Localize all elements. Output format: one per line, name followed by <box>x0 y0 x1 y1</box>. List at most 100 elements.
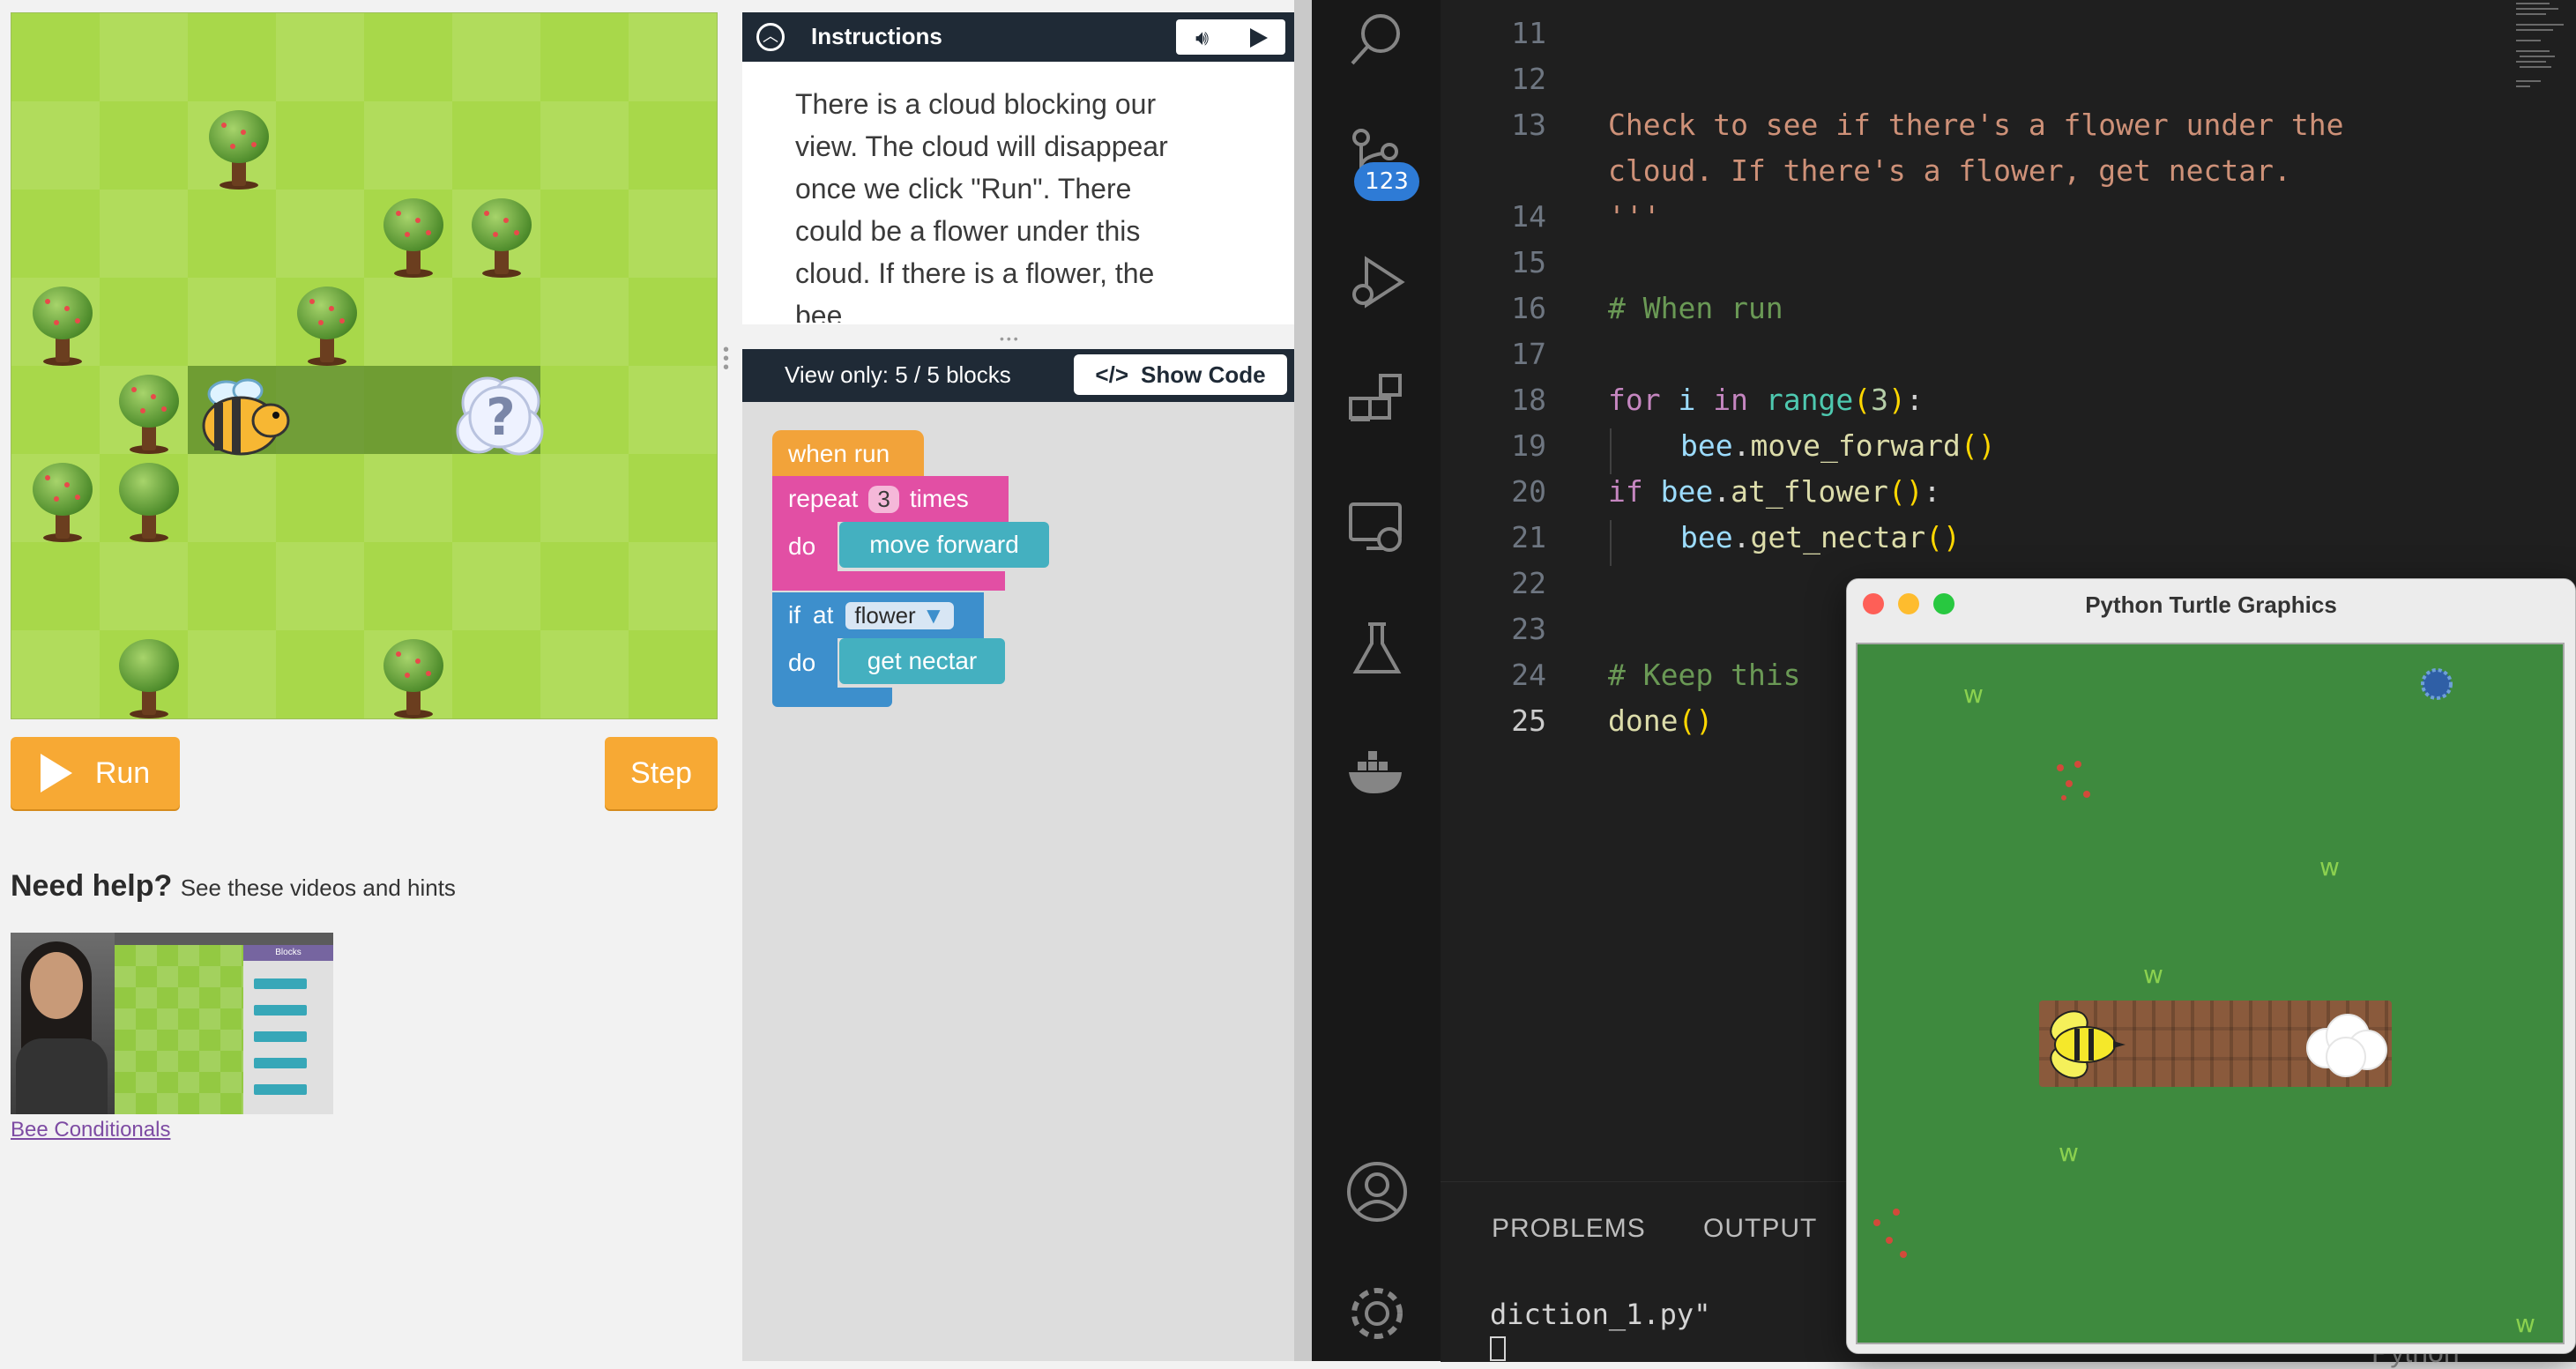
code-comment: # Keep this <box>1608 658 1801 692</box>
remote-explorer-icon[interactable] <box>1344 494 1411 561</box>
play-audio-icon[interactable] <box>1250 28 1268 48</box>
code-line-if: if bee.at_flower(): <box>1608 474 1941 509</box>
video-thumbnail[interactable]: Blocks <box>11 933 333 1114</box>
code-line-move: bee.move_forward() <box>1680 428 1996 463</box>
block-repeat-do: do <box>772 522 838 571</box>
thumb-blocks-header: Blocks <box>243 945 333 961</box>
code-line-done: done() <box>1608 703 1714 738</box>
grass-tuft: ᴡ <box>2143 960 2163 989</box>
line-number: 15 <box>1511 245 1546 279</box>
resize-handle-icon[interactable]: ••• <box>1000 331 1021 346</box>
repeat-count-field[interactable]: 3 <box>868 485 899 513</box>
tree <box>292 286 362 368</box>
cloud-obstacle: ? <box>456 376 544 456</box>
activity-bar <box>1312 0 1441 1361</box>
testing-flask-icon[interactable] <box>1344 617 1411 684</box>
tree <box>114 463 184 544</box>
block-if[interactable]: if at flower ▼ <box>772 592 984 638</box>
source-control-badge: 123 <box>1354 162 1419 201</box>
code-line-for: for i in range(3): <box>1608 383 1924 417</box>
block-if-foot <box>772 688 892 707</box>
line-number-current: 25 <box>1511 703 1546 738</box>
grass-tuft: ᴡ <box>2515 1309 2535 1338</box>
line-number: 21 <box>1511 520 1546 554</box>
instructions-text: There is a cloud blocking our view. The … <box>795 88 1168 323</box>
line-number: 17 <box>1511 337 1546 371</box>
step-label: Step <box>630 755 692 790</box>
accounts-icon[interactable] <box>1344 1158 1411 1225</box>
window-titlebar[interactable]: Python Turtle Graphics <box>1847 579 2575 629</box>
turtle-bee-sprite <box>2050 1010 2126 1079</box>
line-number: 16 <box>1511 291 1546 325</box>
block-repeat[interactable]: repeat 3 times <box>772 476 1009 522</box>
help-subheading: See these videos and hints <box>180 874 456 901</box>
view-only-label: View only: 5 / 5 blocks <box>785 361 1011 388</box>
show-code-button[interactable]: </> Show Code <box>1074 354 1287 395</box>
speaker-icon[interactable]: 🔊︎ <box>1195 26 1209 51</box>
dropdown-arrow-icon: ▼ <box>921 601 945 629</box>
code-docstring: Check to see if there's a flower under t… <box>1608 108 2344 142</box>
instructions-title: Instructions <box>811 23 942 49</box>
window-title: Python Turtle Graphics <box>2085 591 2337 618</box>
terminal-output: diction_1.py" <box>1490 1298 1711 1331</box>
tree <box>466 198 537 279</box>
play-icon <box>40 754 72 792</box>
window-divider <box>1294 0 1312 1361</box>
svg-text:?: ? <box>486 387 516 447</box>
turtle-cloud <box>2306 1014 2387 1077</box>
terminal-cursor <box>1490 1336 1506 1361</box>
tree <box>204 110 274 191</box>
extensions-icon[interactable] <box>1344 370 1411 437</box>
condition-dropdown[interactable]: flower ▼ <box>845 601 954 629</box>
block-when-run[interactable]: when run <box>772 430 924 478</box>
code-docstring-end: ''' <box>1608 199 1661 234</box>
line-number: 12 <box>1511 62 1546 96</box>
block-get-nectar[interactable]: get nectar <box>839 638 1005 684</box>
run-debug-icon[interactable] <box>1344 250 1411 317</box>
line-number: 14 <box>1511 199 1546 234</box>
vertical-resize-handle-icon[interactable]: • • • <box>723 341 729 376</box>
tree <box>27 463 98 544</box>
instructions-header: ︿ Instructions 🔊︎ <box>742 12 1294 62</box>
line-number: 18 <box>1511 383 1546 417</box>
tab-problems[interactable]: PROBLEMS <box>1492 1214 1646 1244</box>
maze-visualization: ? <box>11 12 718 719</box>
code-line-nectar: bee.get_nectar() <box>1680 520 1961 554</box>
collapse-chevron-icon[interactable]: ︿ <box>756 23 785 51</box>
turtle-canvas[interactable]: ᴡ ᴡ ᴡ ᴡ ᴡ <box>1856 643 2565 1344</box>
grass-tuft: ᴡ <box>2059 1138 2079 1167</box>
tab-output[interactable]: OUTPUT <box>1703 1214 1817 1244</box>
audio-controls[interactable]: 🔊︎ <box>1176 19 1285 55</box>
run-button[interactable]: Run <box>11 737 180 809</box>
block-move-forward[interactable]: move forward <box>839 522 1049 568</box>
line-number: 23 <box>1511 612 1546 646</box>
turtle-graphics-window[interactable]: Python Turtle Graphics ᴡ ᴡ ᴡ ᴡ ᴡ <box>1846 578 2576 1354</box>
red-flower-cluster <box>1873 1209 1907 1258</box>
show-code-label: Show Code <box>1141 361 1266 388</box>
line-number: 22 <box>1511 566 1546 600</box>
docker-icon[interactable] <box>1344 739 1411 806</box>
tree <box>114 639 184 718</box>
blue-flower <box>2421 668 2453 700</box>
line-number: 20 <box>1511 474 1546 509</box>
help-section: Need help? See these videos and hints <box>11 869 456 904</box>
red-flower-cluster <box>2057 761 2090 800</box>
minimap[interactable] <box>2514 0 2567 106</box>
tree <box>378 639 449 718</box>
line-number: 19 <box>1511 428 1546 463</box>
run-label: Run <box>94 755 151 790</box>
line-number: 24 <box>1511 658 1546 692</box>
line-number: 11 <box>1511 16 1546 50</box>
workspace-header: View only: 5 / 5 blocks </> Show Code <box>742 349 1294 402</box>
help-heading: Need help? <box>11 869 173 903</box>
search-icon[interactable] <box>1344 7 1411 74</box>
code-comment: # When run <box>1608 291 1783 325</box>
line-number: 13 <box>1511 108 1546 142</box>
bee-sprite <box>202 378 290 456</box>
grass-tuft: ᴡ <box>1963 680 1984 709</box>
step-button[interactable]: Step <box>605 737 718 809</box>
settings-gear-icon[interactable] <box>1344 1280 1411 1347</box>
video-link[interactable]: Bee Conditionals <box>11 1118 170 1142</box>
tree <box>378 198 449 279</box>
block-if-do: do <box>772 638 838 688</box>
